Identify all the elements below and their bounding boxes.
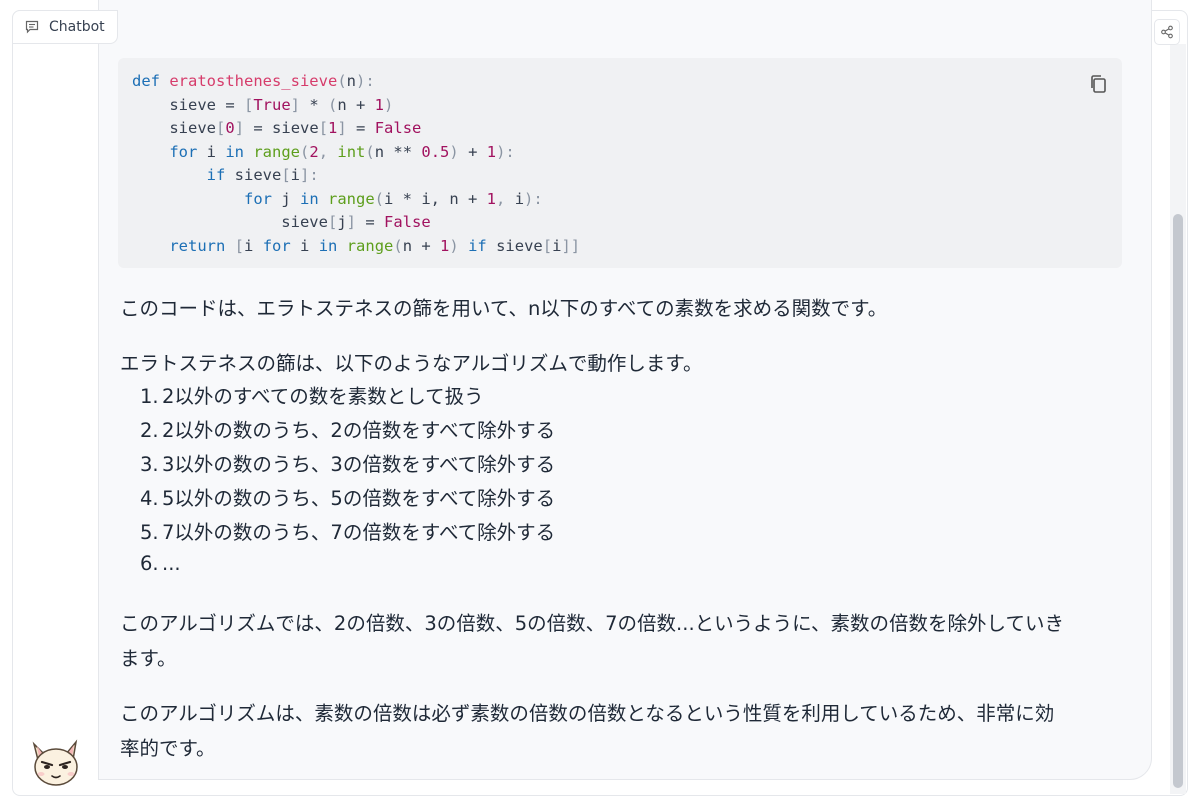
list-item-number: 5. — [140, 521, 159, 544]
chat-icon — [25, 20, 39, 34]
code-line: sieve[0] = sieve[1] = False — [132, 119, 422, 137]
code-line: for j in range(i * i, n + 1, i): — [243, 189, 543, 208]
paragraph-explanation-line2: ます。 — [120, 647, 177, 670]
list-item: 2. 2以外の数のうち、2の倍数をすべて除外する — [140, 414, 555, 443]
code-line: def eratosthenes_sieve(n): — [132, 72, 375, 90]
list-item-number: 4. — [140, 487, 159, 510]
share-icon — [1161, 25, 1173, 39]
paragraph-explanation-line1: このアルゴリズムでは、2の倍数、3の倍数、5の倍数、7の倍数...というように、… — [120, 612, 1064, 635]
paragraph-algorithm: エラトステネスの篩は、以下のようなアルゴリズムで動作します。 — [120, 352, 703, 375]
list-item: 4. 5以外の数のうち、5の倍数をすべて除外する — [140, 482, 555, 511]
code-line: sieve = [True] * (n + 1) — [132, 95, 394, 114]
list-item: 1. 2以外のすべての数を素数として扱う — [140, 380, 484, 409]
list-item: 3. 3以外の数のうち、3の倍数をすべて除外する — [140, 448, 555, 477]
copy-icon[interactable] — [1089, 74, 1107, 94]
paragraph-intro: このコードは、エラトステネスの篩を用いて、n以下のすべての素数を求める関数です。 — [120, 297, 888, 320]
list-item-number: 6. — [140, 552, 159, 575]
chatbot-label-text: Chatbot — [49, 19, 105, 35]
list-item: 5. 7以外の数のうち、7の倍数をすべて除外する — [140, 516, 555, 545]
list-item-number: 1. — [140, 385, 159, 408]
code-content: def eratosthenes_sieve(n): sieve = [True… — [132, 70, 580, 258]
code-line: return [i for i in range(n + 1) if sieve… — [169, 236, 581, 255]
share-button[interactable] — [1154, 19, 1180, 45]
paragraph-efficiency-line2: 率的です。 — [120, 737, 216, 760]
paragraph-efficiency-line1: このアルゴリズムは、素数の倍数は必ず素数の倍数の倍数となるという性質を利用してい… — [120, 702, 1055, 725]
list-item-text: 7以外の数のうち、7の倍数をすべて除外する — [162, 521, 556, 544]
list-item: 6.... — [140, 552, 181, 575]
code-block: def eratosthenes_sieve(n): sieve = [True… — [118, 58, 1122, 268]
list-item-text: 3以外の数のうち、3の倍数をすべて除外する — [162, 453, 556, 476]
list-item-number: 2. — [140, 419, 159, 442]
scrollbar-thumb[interactable] — [1173, 214, 1183, 788]
code-line: for i in range(2, int(n ** 0.5) + 1): — [169, 142, 515, 161]
list-item-number: 3. — [140, 453, 159, 476]
chatbot-label: Chatbot — [12, 10, 118, 44]
bot-avatar — [28, 734, 84, 790]
list-item-text: ... — [162, 552, 181, 575]
list-item-text: 2以外のすべての数を素数として扱う — [162, 385, 484, 408]
code-line: if sieve[i]: — [206, 166, 319, 184]
code-line: sieve[j] = False — [132, 213, 431, 231]
list-item-text: 2以外の数のうち、2の倍数をすべて除外する — [162, 419, 556, 442]
list-item-text: 5以外の数のうち、5の倍数をすべて除外する — [162, 487, 556, 510]
